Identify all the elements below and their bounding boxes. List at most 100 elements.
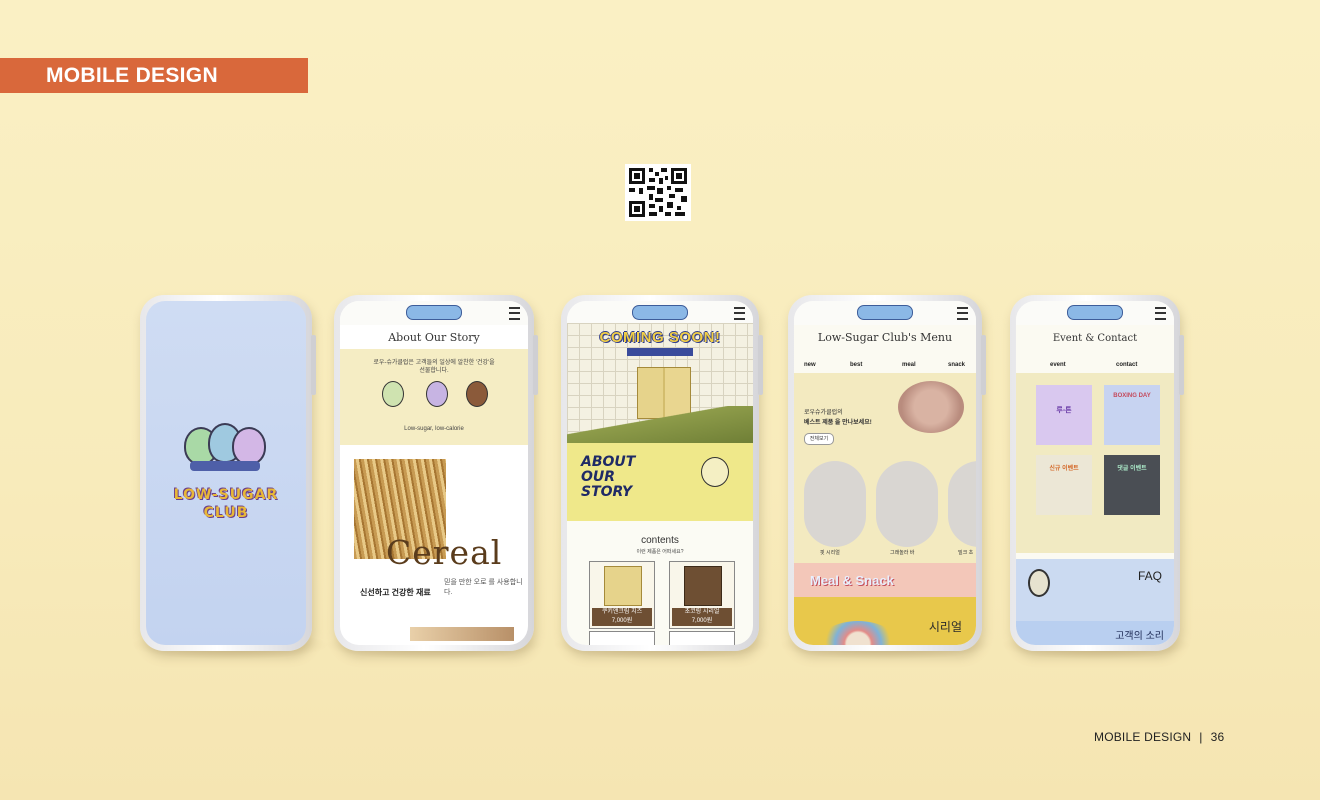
coming-soon-title: COMING SOON! <box>599 329 721 346</box>
menu-item-card[interactable] <box>876 461 938 547</box>
aos-line3: STORY <box>581 484 633 500</box>
app-header <box>1016 301 1174 325</box>
mascot-icon <box>382 381 404 407</box>
app-header <box>567 301 753 325</box>
event-card[interactable]: 루-튼 <box>1036 385 1092 445</box>
page-footer: MOBILE DESIGN | 36 <box>1094 730 1224 744</box>
app-header <box>794 301 976 325</box>
event-label: BOXING DAY <box>1113 393 1151 399</box>
cereal-bowl-image <box>898 381 964 433</box>
product-card[interactable]: 초코링 시리얼 7,000원 <box>669 561 735 629</box>
tab-new[interactable]: new <box>804 362 816 368</box>
item-label: 핏 시리얼 <box>820 550 840 556</box>
event-screen: Event & Contact event contact 루-튼 BOXING… <box>1016 301 1174 645</box>
product-image <box>684 566 722 606</box>
product-button[interactable] <box>669 631 735 645</box>
page-title: About Our Story <box>388 331 480 344</box>
banner-label: MOBILE DESIGN <box>46 64 218 87</box>
footer-label: MOBILE DESIGN <box>1094 730 1192 744</box>
event-tabs: event contact <box>1016 359 1174 374</box>
image-strip <box>410 627 514 641</box>
phone-about: About Our Story 로우-슈가클럽은 고객들의 일상에 알찬한 '건… <box>334 295 538 651</box>
page-title: Event & Contact <box>1052 333 1138 344</box>
contents-heading: contents <box>641 535 679 546</box>
logo-icon[interactable] <box>857 305 913 320</box>
phone-menu: Low-Sugar Club's Menu new best meal snac… <box>788 295 986 651</box>
tagline: Low-sugar, low-calorie <box>404 426 464 432</box>
menu-tabs: new best meal snack <box>794 359 976 374</box>
best-line1: 로우슈가클럽의 <box>804 410 843 416</box>
contents-sub: 이런 제품은 어떠세요? <box>636 549 684 555</box>
product-name: 쿠키앤크림 치즈 <box>601 609 643 615</box>
faq-title: FAQ <box>1137 569 1162 583</box>
logo-icon[interactable] <box>406 305 462 320</box>
logo-icon[interactable] <box>632 305 688 320</box>
phone-splash: LOW-SUGAR CLUB <box>140 295 316 651</box>
product-card[interactable]: 쿠키앤크림 치즈 7,000원 <box>589 561 655 629</box>
hamburger-menu-icon[interactable] <box>734 307 745 320</box>
product-caption: 쿠키앤크림 치즈 7,000원 <box>592 608 652 626</box>
app-header <box>340 301 528 325</box>
event-label: 댓글 이벤트 <box>1117 466 1147 472</box>
event-card[interactable]: 신규 이벤트 <box>1036 455 1092 515</box>
tab-contact[interactable]: contact <box>1116 362 1137 368</box>
speech-bubble-icon <box>1028 569 1050 597</box>
cereal-bowl-image <box>818 621 898 645</box>
meal-snack-banner[interactable]: Meal & Snack <box>794 563 976 597</box>
item-label: 그래놀라 바 <box>890 550 915 556</box>
logo-line1: LOW-SUGAR <box>173 487 279 503</box>
hamburger-menu-icon[interactable] <box>957 307 968 320</box>
tab-event[interactable]: event <box>1050 362 1066 368</box>
product-caption: 초코링 시리얼 7,000원 <box>672 608 732 626</box>
section-banner: MOBILE DESIGN <box>0 58 308 93</box>
cereal-banner[interactable]: 시리얼 <box>794 597 976 645</box>
mascot-icon <box>426 381 448 407</box>
logo-line2: CLUB <box>203 505 249 521</box>
hills-illustration <box>567 406 753 443</box>
product-button[interactable] <box>589 631 655 645</box>
faq-section[interactable]: FAQ <box>1016 559 1174 621</box>
aos-line2: OUR <box>581 469 616 485</box>
big-word: Cereal <box>386 533 503 572</box>
tab-snack[interactable]: snack <box>948 362 965 368</box>
phone-home: COMING SOON! ABOUT OUR STORY contents 이런… <box>561 295 763 651</box>
product-price: 7,000원 <box>611 618 633 624</box>
phone-event: Event & Contact event contact 루-튼 BOXING… <box>1010 295 1184 651</box>
sub-heading: 신선하고 건강한 재료 <box>360 588 431 597</box>
home-screen: COMING SOON! ABOUT OUR STORY contents 이런… <box>567 301 753 645</box>
event-card[interactable]: BOXING DAY <box>1104 385 1160 445</box>
tab-best[interactable]: best <box>850 362 862 368</box>
event-card[interactable]: 댓글 이벤트 <box>1104 455 1160 515</box>
item-label: 밀크 초 <box>958 550 974 556</box>
product-price: 7,000원 <box>691 618 713 624</box>
customer-voice-section[interactable]: 고객의 소리 <box>1016 621 1174 645</box>
hamburger-menu-icon[interactable] <box>509 307 520 320</box>
meal-snack-title: Meal & Snack <box>810 573 894 588</box>
footer-separator: | <box>1199 730 1203 744</box>
event-label: 루-튼 <box>1056 407 1072 414</box>
about-our-story-banner[interactable]: ABOUT OUR STORY <box>567 443 753 521</box>
about-screen: About Our Story 로우-슈가클럽은 고객들의 일상에 알찬한 '건… <box>340 301 528 645</box>
voice-title: 고객의 소리 <box>1115 631 1164 642</box>
product-name: 초코링 시리얼 <box>684 609 720 615</box>
event-label: 신규 이벤트 <box>1049 466 1079 472</box>
intro-text: 로우-슈가클럽은 고객들의 일상에 알찬한 '건강'을 선물합니다. <box>373 360 495 374</box>
tab-meal[interactable]: meal <box>902 362 916 368</box>
product-image <box>604 566 642 606</box>
page-title: Low-Sugar Club's Menu <box>817 331 953 344</box>
page-number: 36 <box>1210 730 1225 744</box>
date-band <box>627 348 693 356</box>
side-text: 믿을 만한 오로 를 사용합니다. <box>444 579 523 596</box>
logo-icon[interactable] <box>1067 305 1123 320</box>
mascot-icon <box>466 381 488 407</box>
aos-line1: ABOUT <box>581 454 636 470</box>
splash-screen[interactable]: LOW-SUGAR CLUB <box>146 301 306 645</box>
intro-box: 로우-슈가클럽은 고객들의 일상에 알찬한 '건강'을 선물합니다. Low-s… <box>340 349 528 445</box>
view-all-button[interactable]: 전체보기 <box>804 433 834 445</box>
best-line2: 베스트 제품 을 만나보세요! <box>804 420 872 426</box>
qr-code[interactable] <box>625 164 691 221</box>
menu-item-card[interactable] <box>804 461 866 547</box>
mascot-icon <box>701 457 729 487</box>
hamburger-menu-icon[interactable] <box>1155 307 1166 320</box>
cereal-label: 시리얼 <box>928 620 962 634</box>
